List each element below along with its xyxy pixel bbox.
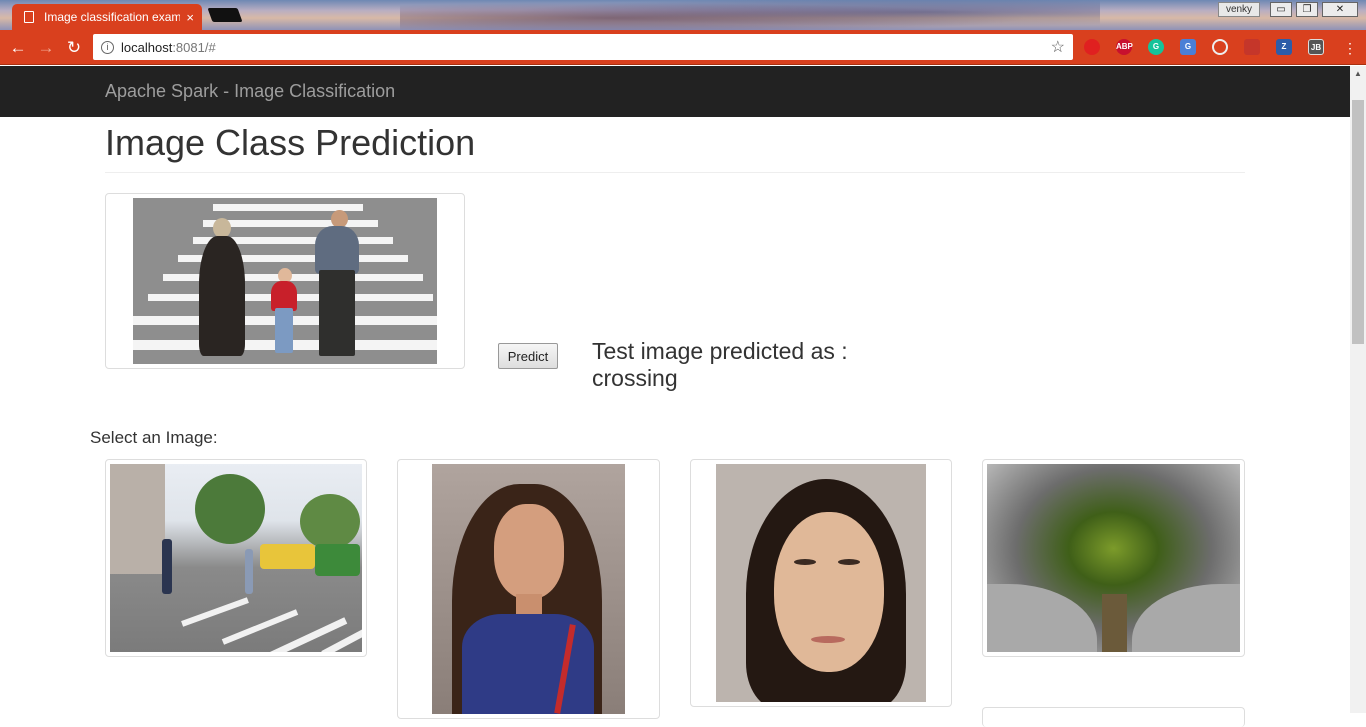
minimize-button[interactable]: ▭	[1270, 2, 1292, 17]
forward-icon[interactable]: →	[36, 38, 56, 58]
jb-icon[interactable]: JB	[1308, 39, 1324, 55]
bookmark-star-icon[interactable]: ☆	[1051, 37, 1065, 57]
search-icon[interactable]	[1212, 39, 1228, 55]
browser-titlebar: Image classification exam × venky ▭ ❐ ✕	[0, 0, 1366, 30]
close-tab-icon[interactable]: ×	[186, 10, 194, 25]
gallery-item-4[interactable]	[982, 459, 1245, 657]
reload-icon[interactable]: ↻	[64, 38, 84, 58]
url-host: localhost	[121, 39, 173, 55]
zotero-icon[interactable]: Z	[1276, 39, 1292, 55]
prediction-result: Test image predicted as : crossing	[592, 338, 848, 392]
tab-title: Image classification exam	[44, 10, 181, 24]
gallery-item-5[interactable]	[982, 707, 1245, 727]
gallery-item-3[interactable]	[690, 459, 952, 707]
scroll-up-icon[interactable]: ▲	[1350, 66, 1366, 82]
grammarly-icon[interactable]: G	[1148, 39, 1164, 55]
pdf-icon[interactable]	[1244, 39, 1260, 55]
translate-icon[interactable]: G	[1180, 39, 1196, 55]
select-image-label: Select an Image:	[90, 428, 218, 447]
prediction-class: crossing	[592, 365, 678, 391]
page-title: Image Class Prediction	[105, 122, 476, 163]
gallery-item-1[interactable]	[105, 459, 367, 657]
back-icon[interactable]: ←	[8, 38, 28, 58]
document-icon	[24, 11, 34, 23]
address-bar[interactable]: i localhost:8081/# ☆	[93, 34, 1073, 60]
info-icon[interactable]: i	[101, 40, 114, 54]
close-window-button[interactable]: ✕	[1322, 2, 1358, 17]
url-path: :8081/#	[172, 39, 216, 55]
woman-portrait-image	[432, 464, 625, 714]
prediction-label: Test image predicted as :	[592, 338, 848, 364]
page-scrollbar[interactable]: ▲	[1350, 66, 1366, 713]
adblock-icon[interactable]: ABP	[1116, 39, 1133, 55]
browser-toolbar: ← → ↻ i localhost:8081/# ☆ ABP G G Z JB …	[0, 30, 1366, 65]
app-navbar: Apache Spark - Image Classification	[0, 66, 1350, 117]
title-divider	[105, 172, 1245, 173]
test-image-frame	[105, 193, 465, 369]
scroll-thumb[interactable]	[1352, 100, 1364, 344]
crosswalk-family-image	[133, 198, 437, 364]
new-tab-button[interactable]	[207, 8, 243, 22]
predict-button[interactable]: Predict	[498, 343, 558, 369]
browser-tab[interactable]: Image classification exam ×	[12, 4, 202, 30]
opera-icon[interactable]	[1084, 39, 1100, 55]
profile-button[interactable]: venky	[1218, 2, 1260, 17]
navbar-brand[interactable]: Apache Spark - Image Classification	[105, 81, 395, 102]
menu-icon[interactable]: ⋮	[1340, 38, 1360, 58]
woman-face-image	[716, 464, 926, 702]
gallery-item-2[interactable]	[397, 459, 660, 719]
forest-road-image	[987, 464, 1240, 652]
restore-button[interactable]: ❐	[1296, 2, 1318, 17]
street-crossing-image	[110, 464, 362, 652]
